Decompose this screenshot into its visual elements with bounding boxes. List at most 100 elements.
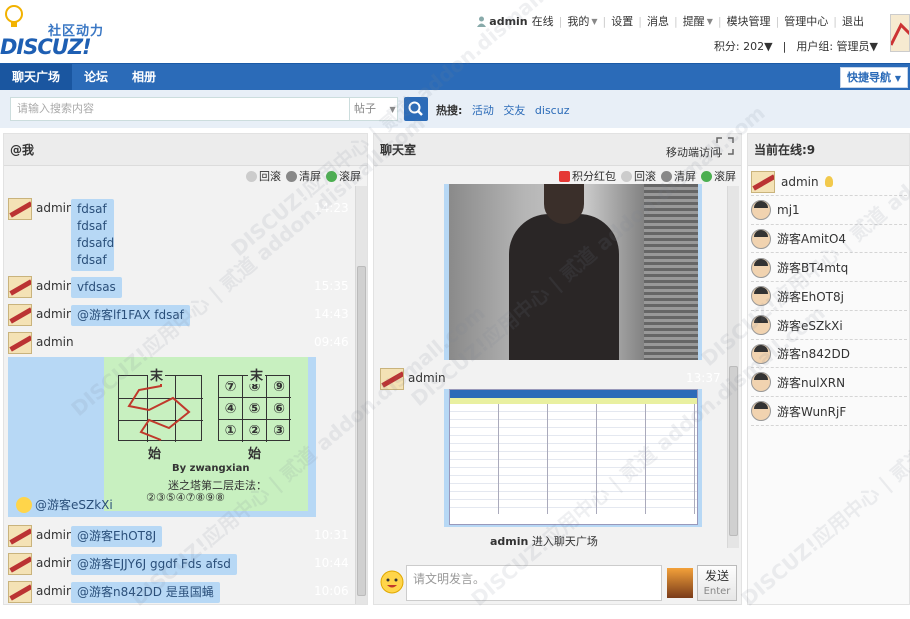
online-user-item[interactable]: admin [751,168,907,196]
nav-chat-plaza[interactable]: 聊天广场 [0,64,73,90]
send-button[interactable]: 发送 Enter [697,565,737,601]
avatar-image-icon [891,22,909,46]
left-scrollbar[interactable] [355,186,367,604]
settings-link[interactable]: 设置 [611,13,633,29]
online-user-item[interactable]: 游客eSZkXi [751,312,907,340]
online-user-item[interactable]: 游客WunRjF [751,398,907,426]
online-user-item[interactable]: mj1 [751,197,907,225]
message-user[interactable]: admin [36,276,74,296]
header: 社区动力 DISCUZ! admin 在线 | 我的 ▼ | 设置 | 消息 | … [0,0,910,62]
avatar[interactable] [8,553,32,575]
online-user-item[interactable]: 游客AmitO4 [751,225,907,254]
avatar[interactable] [751,228,771,249]
nav-album[interactable]: 相册 [120,64,168,90]
header-avatar[interactable] [890,14,910,52]
message-user[interactable]: admin [36,525,74,545]
mid-scrollbar[interactable] [727,186,739,548]
message-user[interactable]: admin [36,304,74,324]
avatar[interactable] [751,170,775,193]
online-user-name[interactable]: 游客WunRjF [777,403,846,420]
search-button[interactable] [404,97,428,121]
autoscroll-button[interactable]: 滚屏 [326,168,361,184]
search-scope-label: 帖子 [354,102,376,115]
online-user-name[interactable]: 游客n842DD [777,345,850,362]
hot-label: 热搜: [436,104,463,117]
maze-path-icon [127,378,191,441]
search-scope-select[interactable]: 帖子 ▼ [350,97,398,121]
my-link[interactable]: 我的 [567,13,589,29]
points-redpacket-button[interactable]: 积分红包 [559,168,616,184]
hot-tag[interactable]: 活动 [472,104,494,117]
online-user-name[interactable]: 游客AmitO4 [777,230,846,247]
points-link[interactable]: 积分: 202 [714,38,764,54]
avatar[interactable] [751,401,771,422]
online-user-name[interactable]: mj1 [777,203,800,217]
clear-button[interactable]: 清屏 [661,168,696,184]
message-row: admin [8,581,74,603]
online-user-item[interactable]: 游客n842DD [751,340,907,369]
online-user-name[interactable]: 游客nulXRN [777,374,845,391]
avatar[interactable] [751,315,771,335]
online-user-item[interactable]: 游客BT4mtq [751,254,907,283]
message-user[interactable]: admin [408,368,446,388]
rollback-button[interactable]: 回滚 [246,168,281,184]
mobile-access-link[interactable]: 移动端访问 [666,144,721,160]
puzzle-author: By zwangxian [172,463,250,474]
check-icon [326,170,337,182]
hot-tag[interactable]: 交友 [503,104,525,117]
scrollbar-thumb[interactable] [357,266,366,596]
fullscreen-icon[interactable] [716,137,734,155]
avatar[interactable] [8,581,32,603]
module-admin-link[interactable]: 模块管理 [727,13,771,29]
quick-nav-button[interactable]: 快捷导航 ▼ [840,67,908,88]
search-input[interactable]: 请输入搜索内容 [10,97,350,121]
message-row: admin [380,368,446,390]
avatar[interactable] [8,198,32,220]
scrollbar-thumb[interactable] [729,366,738,536]
online-user-item[interactable]: 游客nulXRN [751,369,907,397]
username-link[interactable]: admin [489,15,527,28]
logout-link[interactable]: 退出 [842,13,864,29]
avatar[interactable] [8,304,32,326]
message-bubble: fdsaf fdsaf fdsafd fdsaf [71,199,114,271]
avatar[interactable] [751,200,771,221]
table-screenshot-image[interactable] [449,389,698,525]
emoji-icon[interactable] [380,570,404,594]
autoscroll-button[interactable]: 滚屏 [701,168,736,184]
message-user[interactable]: admin [36,198,74,218]
hot-search: 热搜: 活动 交友 discuz [436,102,569,118]
online-user-name[interactable]: 游客eSZkXi [777,317,843,334]
reminders-link[interactable]: 提醒 [683,13,705,29]
puzzle-image[interactable]: 末 始 ⑦ ⑧ ⑨ ④ ⑤ ⑥ ① ② ③ 末 始 By zwangxian 迷… [104,357,308,511]
nav-forum[interactable]: 论坛 [72,64,120,90]
hot-tag[interactable]: discuz [535,104,570,117]
quick-nav-label: 快捷导航 [847,71,891,84]
avatar[interactable] [380,368,404,390]
sticker-icon[interactable] [667,568,693,598]
avatar[interactable] [751,372,771,393]
clear-button[interactable]: 清屏 [286,168,321,184]
online-user-name[interactable]: admin [781,175,819,189]
grid-bottom-label: 始 [248,447,262,462]
message-user[interactable]: admin [36,581,74,601]
avatar[interactable] [8,332,32,354]
message-user[interactable]: admin [36,332,74,352]
message-input[interactable]: 请文明发言。 [406,565,662,601]
online-user-item[interactable]: 游客EhOT8j [751,283,907,311]
avatar[interactable] [8,276,32,298]
rollback-button[interactable]: 回滚 [621,168,656,184]
avatar[interactable] [751,343,771,364]
message-time: 09:46 [314,335,349,349]
admin-center-link[interactable]: 管理中心 [784,13,828,29]
logo[interactable]: 社区动力 DISCUZ! [0,2,110,60]
online-user-name[interactable]: 游客EhOT8j [777,288,844,305]
clear-icon [286,170,297,182]
avatar[interactable] [751,286,771,307]
online-user-name[interactable]: 游客BT4mtq [777,259,848,276]
avatar[interactable] [751,257,771,278]
group-link[interactable]: 用户组: 管理员 [796,38,869,54]
messages-link[interactable]: 消息 [647,13,669,29]
avatar[interactable] [8,525,32,547]
message-user[interactable]: admin [36,553,74,573]
photo-image[interactable] [449,184,698,360]
